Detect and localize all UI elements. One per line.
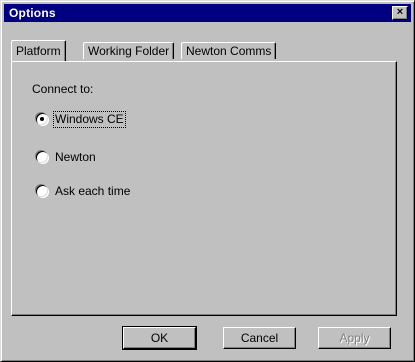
cancel-button[interactable]: Cancel (223, 327, 296, 349)
radio-selected-dot (40, 117, 44, 121)
tab-working-folder[interactable]: Working Folder (83, 42, 175, 59)
apply-button[interactable]: Apply (318, 327, 391, 349)
connect-to-label: Connect to: (32, 82, 94, 96)
radio-label-windows-ce[interactable]: Windows CE (53, 111, 126, 128)
close-icon[interactable]: × (392, 6, 408, 20)
radio-button[interactable] (36, 185, 48, 197)
title-bar[interactable]: Options × (4, 4, 411, 22)
radio-label-ask-each-time[interactable]: Ask each time (55, 184, 130, 199)
platform-panel: Connect to: Windows CE Newton Ask each t… (11, 61, 397, 316)
radio-label-newton[interactable]: Newton (55, 150, 96, 165)
options-dialog: Options × Platform Working Folder Newton… (0, 0, 415, 362)
ok-button[interactable]: OK (122, 326, 197, 350)
radio-button[interactable] (36, 151, 48, 163)
radio-button[interactable] (36, 113, 48, 125)
tab-newton-comms[interactable]: Newton Comms (181, 42, 277, 59)
window-title: Options (9, 6, 56, 20)
tab-platform[interactable]: Platform (11, 40, 66, 61)
